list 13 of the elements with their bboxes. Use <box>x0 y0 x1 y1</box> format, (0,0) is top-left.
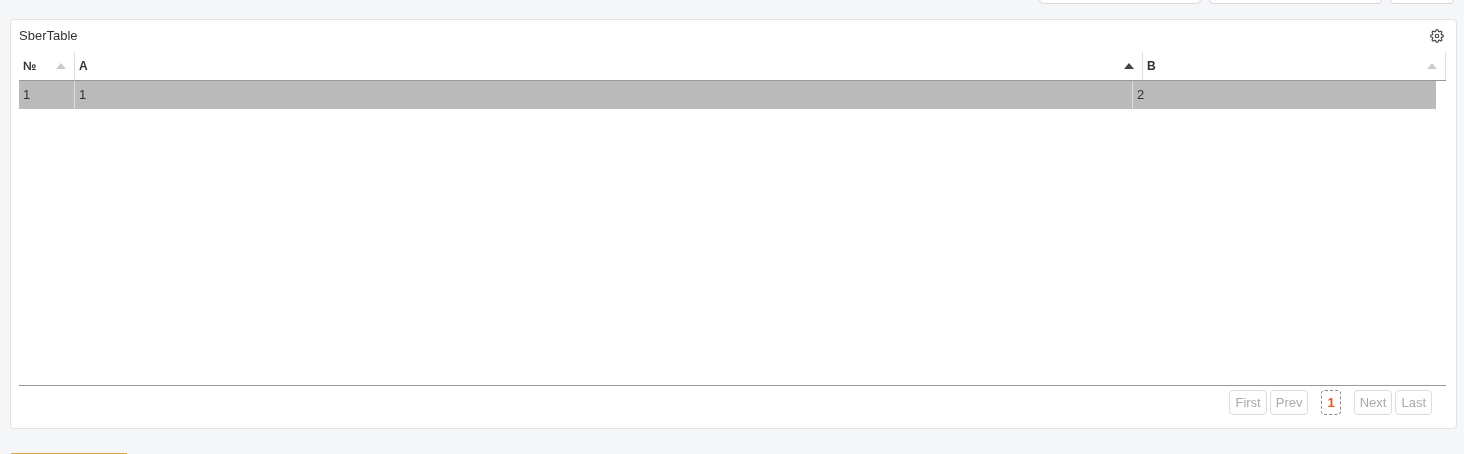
table-cell: 2 <box>1132 81 1436 109</box>
table-cell: 1 <box>74 81 1132 109</box>
panel-title: SberTable <box>19 27 78 46</box>
sort-arrow-icon <box>56 63 66 69</box>
sort-arrow-icon <box>1124 63 1134 69</box>
page-button[interactable]: 1 <box>1321 390 1341 415</box>
sort-arrow-icon <box>1427 63 1437 69</box>
column-header[interactable]: B <box>1142 52 1446 80</box>
table-row[interactable]: 1 1 2 <box>19 81 1436 109</box>
settings-icon[interactable] <box>1430 29 1444 43</box>
table-cell-text: 1 <box>22 86 32 105</box>
column-header[interactable]: № <box>19 52 74 80</box>
column-header[interactable]: A <box>74 52 1142 80</box>
